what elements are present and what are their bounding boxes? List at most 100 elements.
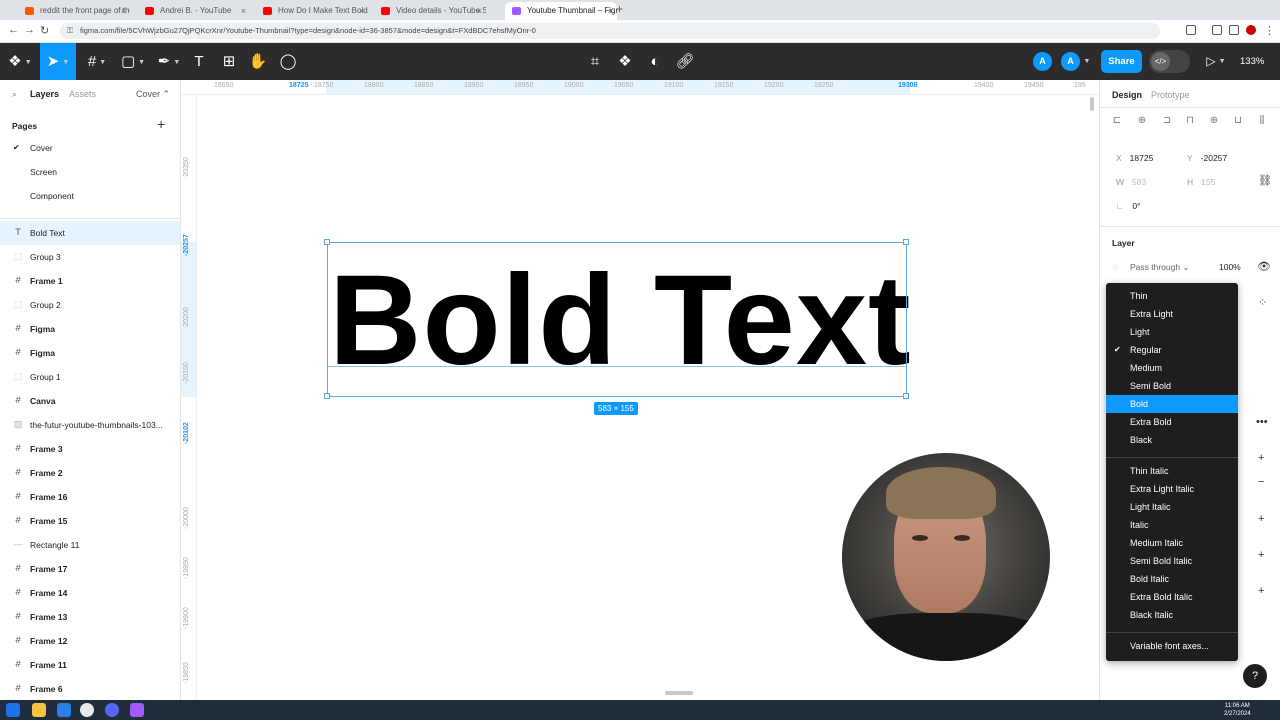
layer-row[interactable]: # Frame 16 xyxy=(0,485,180,509)
chevron-down-icon[interactable]: ▼ xyxy=(1082,43,1092,80)
layer-row[interactable]: # Frame 11 xyxy=(0,653,180,677)
windows-start-icon[interactable] xyxy=(6,703,20,717)
resize-handle-top-right[interactable] xyxy=(903,239,909,245)
help-button[interactable]: ? xyxy=(1243,664,1267,688)
text-styles-icon[interactable]: ⁘ xyxy=(1258,296,1267,309)
blend-mode-select[interactable]: Pass through ⌄ xyxy=(1130,262,1190,273)
layer-row[interactable]: # Frame 12 xyxy=(0,629,180,653)
font-weight-option[interactable]: Thin Italic xyxy=(1106,462,1238,480)
layer-row[interactable]: # Frame 2 xyxy=(0,461,180,485)
figma-app-icon[interactable] xyxy=(130,703,144,717)
main-menu-button[interactable]: ❖ ▼ xyxy=(4,43,36,80)
resources-tool-button[interactable]: ⊞ xyxy=(218,43,240,80)
link-button[interactable]: 🔗︎ xyxy=(674,43,696,80)
resize-handle-top-left[interactable] xyxy=(324,239,330,245)
font-weight-option[interactable]: Black xyxy=(1106,431,1238,449)
page-item[interactable]: ✔ Cover xyxy=(0,136,180,160)
rotation-field[interactable]: ∟ 0° xyxy=(1116,201,1140,211)
x-field[interactable]: X 18725 xyxy=(1116,153,1153,163)
edge-icon[interactable] xyxy=(57,703,71,717)
layer-row[interactable]: ▨ the-futur-youtube-thumbnails-103... xyxy=(0,413,180,437)
font-weight-option[interactable]: Thin xyxy=(1106,287,1238,305)
align-center-vertical-icon[interactable]: ⊕ xyxy=(1209,115,1219,127)
font-weight-option[interactable]: ✔ Regular xyxy=(1106,341,1238,359)
frame-tool-button[interactable]: # ▼ xyxy=(80,43,114,80)
layer-row[interactable]: # Frame 13 xyxy=(0,605,180,629)
font-weight-option[interactable]: Light xyxy=(1106,323,1238,341)
selection-box[interactable] xyxy=(327,242,907,397)
page-item[interactable]: Component xyxy=(0,184,180,208)
share-button[interactable]: Share xyxy=(1101,50,1142,73)
close-icon[interactable]: × xyxy=(121,2,126,20)
menu-kebab-icon[interactable]: ⋮ xyxy=(1264,24,1275,37)
distribute-icon[interactable]: ⫼ xyxy=(1257,115,1267,127)
close-icon[interactable]: × xyxy=(477,2,482,20)
dev-mode-toggle[interactable]: </> xyxy=(1149,50,1190,73)
font-weight-option[interactable]: Bold Italic xyxy=(1106,570,1238,588)
align-bottom-icon[interactable]: ⊔ xyxy=(1233,115,1243,127)
page-item[interactable]: Screen xyxy=(0,160,180,184)
layer-row[interactable]: ⬚ Group 1 xyxy=(0,365,180,389)
zoom-level[interactable]: 133% xyxy=(1240,43,1264,80)
font-weight-option[interactable]: Variable font axes... xyxy=(1106,637,1238,655)
constrain-proportions-icon[interactable]: ⛓ xyxy=(1258,174,1272,187)
discord-icon[interactable] xyxy=(105,703,119,717)
layer-row[interactable]: T Bold Text xyxy=(0,221,180,245)
avatar[interactable]: A xyxy=(1033,52,1052,71)
cast-icon[interactable] xyxy=(1212,25,1222,35)
resize-handle-bottom-right[interactable] xyxy=(903,393,909,399)
layer-row[interactable]: # Frame 17 xyxy=(0,557,180,581)
avatar-menu[interactable]: A xyxy=(1061,52,1080,71)
close-icon[interactable]: × xyxy=(359,2,364,20)
layer-row[interactable]: # Frame 15 xyxy=(0,509,180,533)
comment-tool-button[interactable]: ◯ xyxy=(277,43,299,80)
resize-handle-bottom-left[interactable] xyxy=(324,393,330,399)
browser-tab[interactable]: Andrei B. - YouTube × xyxy=(138,2,250,20)
align-top-icon[interactable]: ⊓ xyxy=(1185,115,1195,127)
font-weight-option[interactable]: Medium xyxy=(1106,359,1238,377)
extensions-icon[interactable] xyxy=(1186,25,1196,35)
page-selector[interactable]: Cover ⌃ xyxy=(136,89,170,100)
opacity-value[interactable]: 100% xyxy=(1219,262,1241,272)
component-button[interactable]: ❖ xyxy=(614,43,636,80)
remove-fill-icon[interactable]: − xyxy=(1258,476,1264,488)
align-right-icon[interactable]: ⊐ xyxy=(1162,115,1172,127)
reload-icon[interactable]: ↻ xyxy=(40,24,49,37)
add-fill-icon[interactable]: + xyxy=(1258,452,1264,464)
file-explorer-icon[interactable] xyxy=(32,703,46,717)
text-tool-button[interactable]: T xyxy=(188,43,210,80)
font-weight-option[interactable]: Bold xyxy=(1106,395,1238,413)
browser-tab[interactable]: reddit the front page of the int× xyxy=(18,2,130,20)
add-effect-icon[interactable]: + xyxy=(1258,549,1264,561)
w-field[interactable]: W 583 xyxy=(1116,177,1146,187)
close-icon[interactable]: × xyxy=(241,2,246,20)
hand-tool-button[interactable]: ✋ xyxy=(247,43,269,80)
tab-layers[interactable]: Layers xyxy=(30,89,59,99)
create-component-button[interactable]: ⌗ xyxy=(584,43,606,80)
layer-row[interactable]: # Figma xyxy=(0,317,180,341)
layer-row[interactable]: # Frame 3 xyxy=(0,437,180,461)
font-weight-option[interactable]: Medium Italic xyxy=(1106,534,1238,552)
back-icon[interactable]: ← xyxy=(8,24,19,36)
tab-prototype[interactable]: Prototype xyxy=(1151,90,1190,100)
font-weight-option[interactable]: Black Italic xyxy=(1106,606,1238,624)
add-export-icon[interactable]: + xyxy=(1258,585,1264,597)
layer-row[interactable]: # Frame 14 xyxy=(0,581,180,605)
browser-tab[interactable]: Video details - YouTube Studio× xyxy=(374,2,486,20)
search-icon[interactable]: ⌕ xyxy=(12,89,17,100)
forward-icon[interactable]: → xyxy=(24,24,35,36)
layer-row[interactable]: # Figma xyxy=(0,341,180,365)
layer-row[interactable]: # Frame 6 xyxy=(0,677,180,700)
sidebar-icon[interactable] xyxy=(1229,25,1239,35)
eye-icon[interactable]: 👁︎ xyxy=(1257,260,1271,273)
shape-tool-button[interactable]: ▢ ▼ xyxy=(116,43,150,80)
font-weight-option[interactable]: Semi Bold xyxy=(1106,377,1238,395)
vertical-scrollbar[interactable] xyxy=(1090,97,1094,111)
new-tab-button[interactable]: + xyxy=(616,2,623,16)
layer-row[interactable]: # Frame 1 xyxy=(0,269,180,293)
font-weight-option[interactable]: Extra Bold Italic xyxy=(1106,588,1238,606)
font-weight-option[interactable]: Extra Light Italic xyxy=(1106,480,1238,498)
font-weight-option[interactable]: Italic xyxy=(1106,516,1238,534)
browser-tab[interactable]: Youtube Thumbnail – Figma × xyxy=(505,2,617,20)
y-field[interactable]: Y -20257 xyxy=(1187,153,1227,163)
